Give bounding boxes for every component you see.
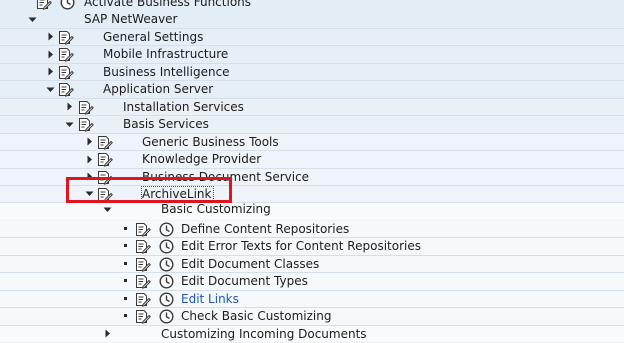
tree-node-label[interactable]: Customizing Incoming Documents [161, 327, 367, 342]
tree-node-label[interactable]: SAP NetWeaver [84, 12, 177, 27]
tree-node-label[interactable]: Check Basic Customizing [181, 309, 331, 324]
execute-clock-icon[interactable] [159, 222, 174, 237]
bullet-icon [124, 261, 127, 265]
bullet-icon [124, 314, 127, 318]
execute-clock-icon[interactable] [159, 292, 174, 307]
tree-node-label[interactable]: Edit Document Classes [181, 257, 319, 272]
tree-row[interactable]: Generic Business Tools [0, 133, 624, 152]
tree-node-label[interactable]: Generic Business Tools [142, 135, 279, 150]
execute-clock-icon[interactable] [159, 239, 174, 254]
expand-arrow-down-icon[interactable] [27, 14, 37, 24]
tree-row[interactable]: Mobile Infrastructure [0, 46, 624, 64]
document-edit-icon[interactable] [78, 117, 94, 132]
tree-node-label[interactable]: Knowledge Provider [142, 152, 261, 167]
bullet-icon [124, 279, 127, 283]
collapse-arrow-right-icon[interactable] [45, 32, 55, 42]
expand-arrow-down-icon[interactable] [45, 84, 55, 94]
tree-node-label[interactable]: ArchiveLink [140, 185, 215, 203]
bullet-icon [124, 226, 127, 230]
tree-row[interactable]: Check Basic Customizing [0, 308, 624, 326]
tree-node-label[interactable]: Basis Services [123, 117, 209, 132]
document-edit-icon[interactable] [97, 187, 113, 202]
tree-node-label[interactable]: Installation Services [123, 100, 244, 115]
collapse-arrow-right-icon[interactable] [45, 67, 55, 77]
document-edit-icon[interactable] [135, 222, 151, 237]
document-edit-icon[interactable] [135, 292, 151, 307]
tree-row[interactable]: Customizing Incoming Documents [0, 325, 624, 343]
tree-node-label[interactable]: Business Document Service [142, 170, 309, 185]
document-edit-icon[interactable] [97, 135, 113, 150]
tree-row[interactable]: Basis Services [0, 116, 624, 134]
bullet-icon [124, 296, 127, 300]
expand-arrow-down-icon[interactable] [84, 189, 94, 199]
document-edit-icon[interactable] [58, 82, 74, 98]
execute-clock-icon[interactable] [159, 309, 174, 324]
collapse-arrow-right-icon[interactable] [84, 154, 94, 164]
execute-clock-icon[interactable] [60, 0, 75, 10]
tree-row[interactable]: General Settings [0, 28, 624, 47]
tree-row[interactable]: Edit Links [0, 290, 624, 309]
tree-row[interactable]: Basic Customizing [0, 202, 624, 221]
tree-node-label[interactable]: Edit Document Types [181, 274, 308, 289]
expand-arrow-down-icon[interactable] [64, 119, 74, 129]
tree-node-label[interactable]: Basic Customizing [161, 202, 271, 217]
expand-arrow-down-icon[interactable] [102, 204, 112, 214]
document-edit-icon[interactable] [135, 274, 151, 289]
tree-node-label[interactable]: General Settings [103, 30, 203, 45]
document-edit-icon[interactable] [78, 100, 94, 115]
tree-node-label[interactable]: Edit Links [181, 292, 239, 307]
bullet-icon [124, 244, 127, 248]
tree-row[interactable]: SAP NetWeaver [0, 11, 624, 29]
collapse-arrow-right-icon[interactable] [84, 172, 94, 182]
document-edit-icon[interactable] [36, 0, 52, 10]
tree-row[interactable]: Edit Document Classes [0, 255, 624, 274]
tree-node-label[interactable]: Edit Error Texts for Content Repositorie… [181, 239, 421, 254]
collapse-arrow-right-icon[interactable] [64, 102, 74, 112]
tree-node-label[interactable]: Activate Business Functions [84, 0, 251, 10]
tree-row[interactable]: Edit Error Texts for Content Repositorie… [0, 238, 624, 256]
document-edit-icon[interactable] [58, 65, 74, 80]
document-edit-icon[interactable] [97, 170, 113, 185]
tree-node-label[interactable]: Mobile Infrastructure [103, 47, 228, 62]
tree-row[interactable]: Define Content Repositories [0, 220, 624, 239]
tree-row[interactable]: Knowledge Provider [0, 151, 624, 169]
tree-node-label[interactable]: Business Intelligence [103, 65, 230, 80]
collapse-arrow-right-icon[interactable] [45, 49, 55, 59]
tree-row[interactable]: Business Document Service [0, 168, 624, 186]
document-edit-icon[interactable] [135, 257, 151, 272]
tree-row[interactable]: Edit Document Types [0, 273, 624, 291]
tree-node-label[interactable]: Define Content Repositories [181, 222, 349, 237]
tree-row[interactable]: Application Server [0, 81, 624, 99]
execute-clock-icon[interactable] [159, 274, 174, 289]
tree-row[interactable]: Activate Business Functions [0, 0, 624, 12]
document-edit-icon[interactable] [135, 239, 151, 255]
tree-row[interactable]: Business Intelligence [0, 63, 624, 82]
document-edit-icon[interactable] [58, 47, 74, 63]
document-edit-icon[interactable] [97, 152, 113, 167]
tree-node-label[interactable]: Application Server [103, 82, 213, 97]
collapse-arrow-right-icon[interactable] [84, 137, 94, 147]
tree-row[interactable]: Installation Services [0, 98, 624, 117]
execute-clock-icon[interactable] [159, 257, 174, 272]
document-edit-icon[interactable] [135, 309, 151, 324]
tree-row[interactable]: ArchiveLink [0, 185, 624, 204]
document-edit-icon[interactable] [58, 30, 74, 45]
